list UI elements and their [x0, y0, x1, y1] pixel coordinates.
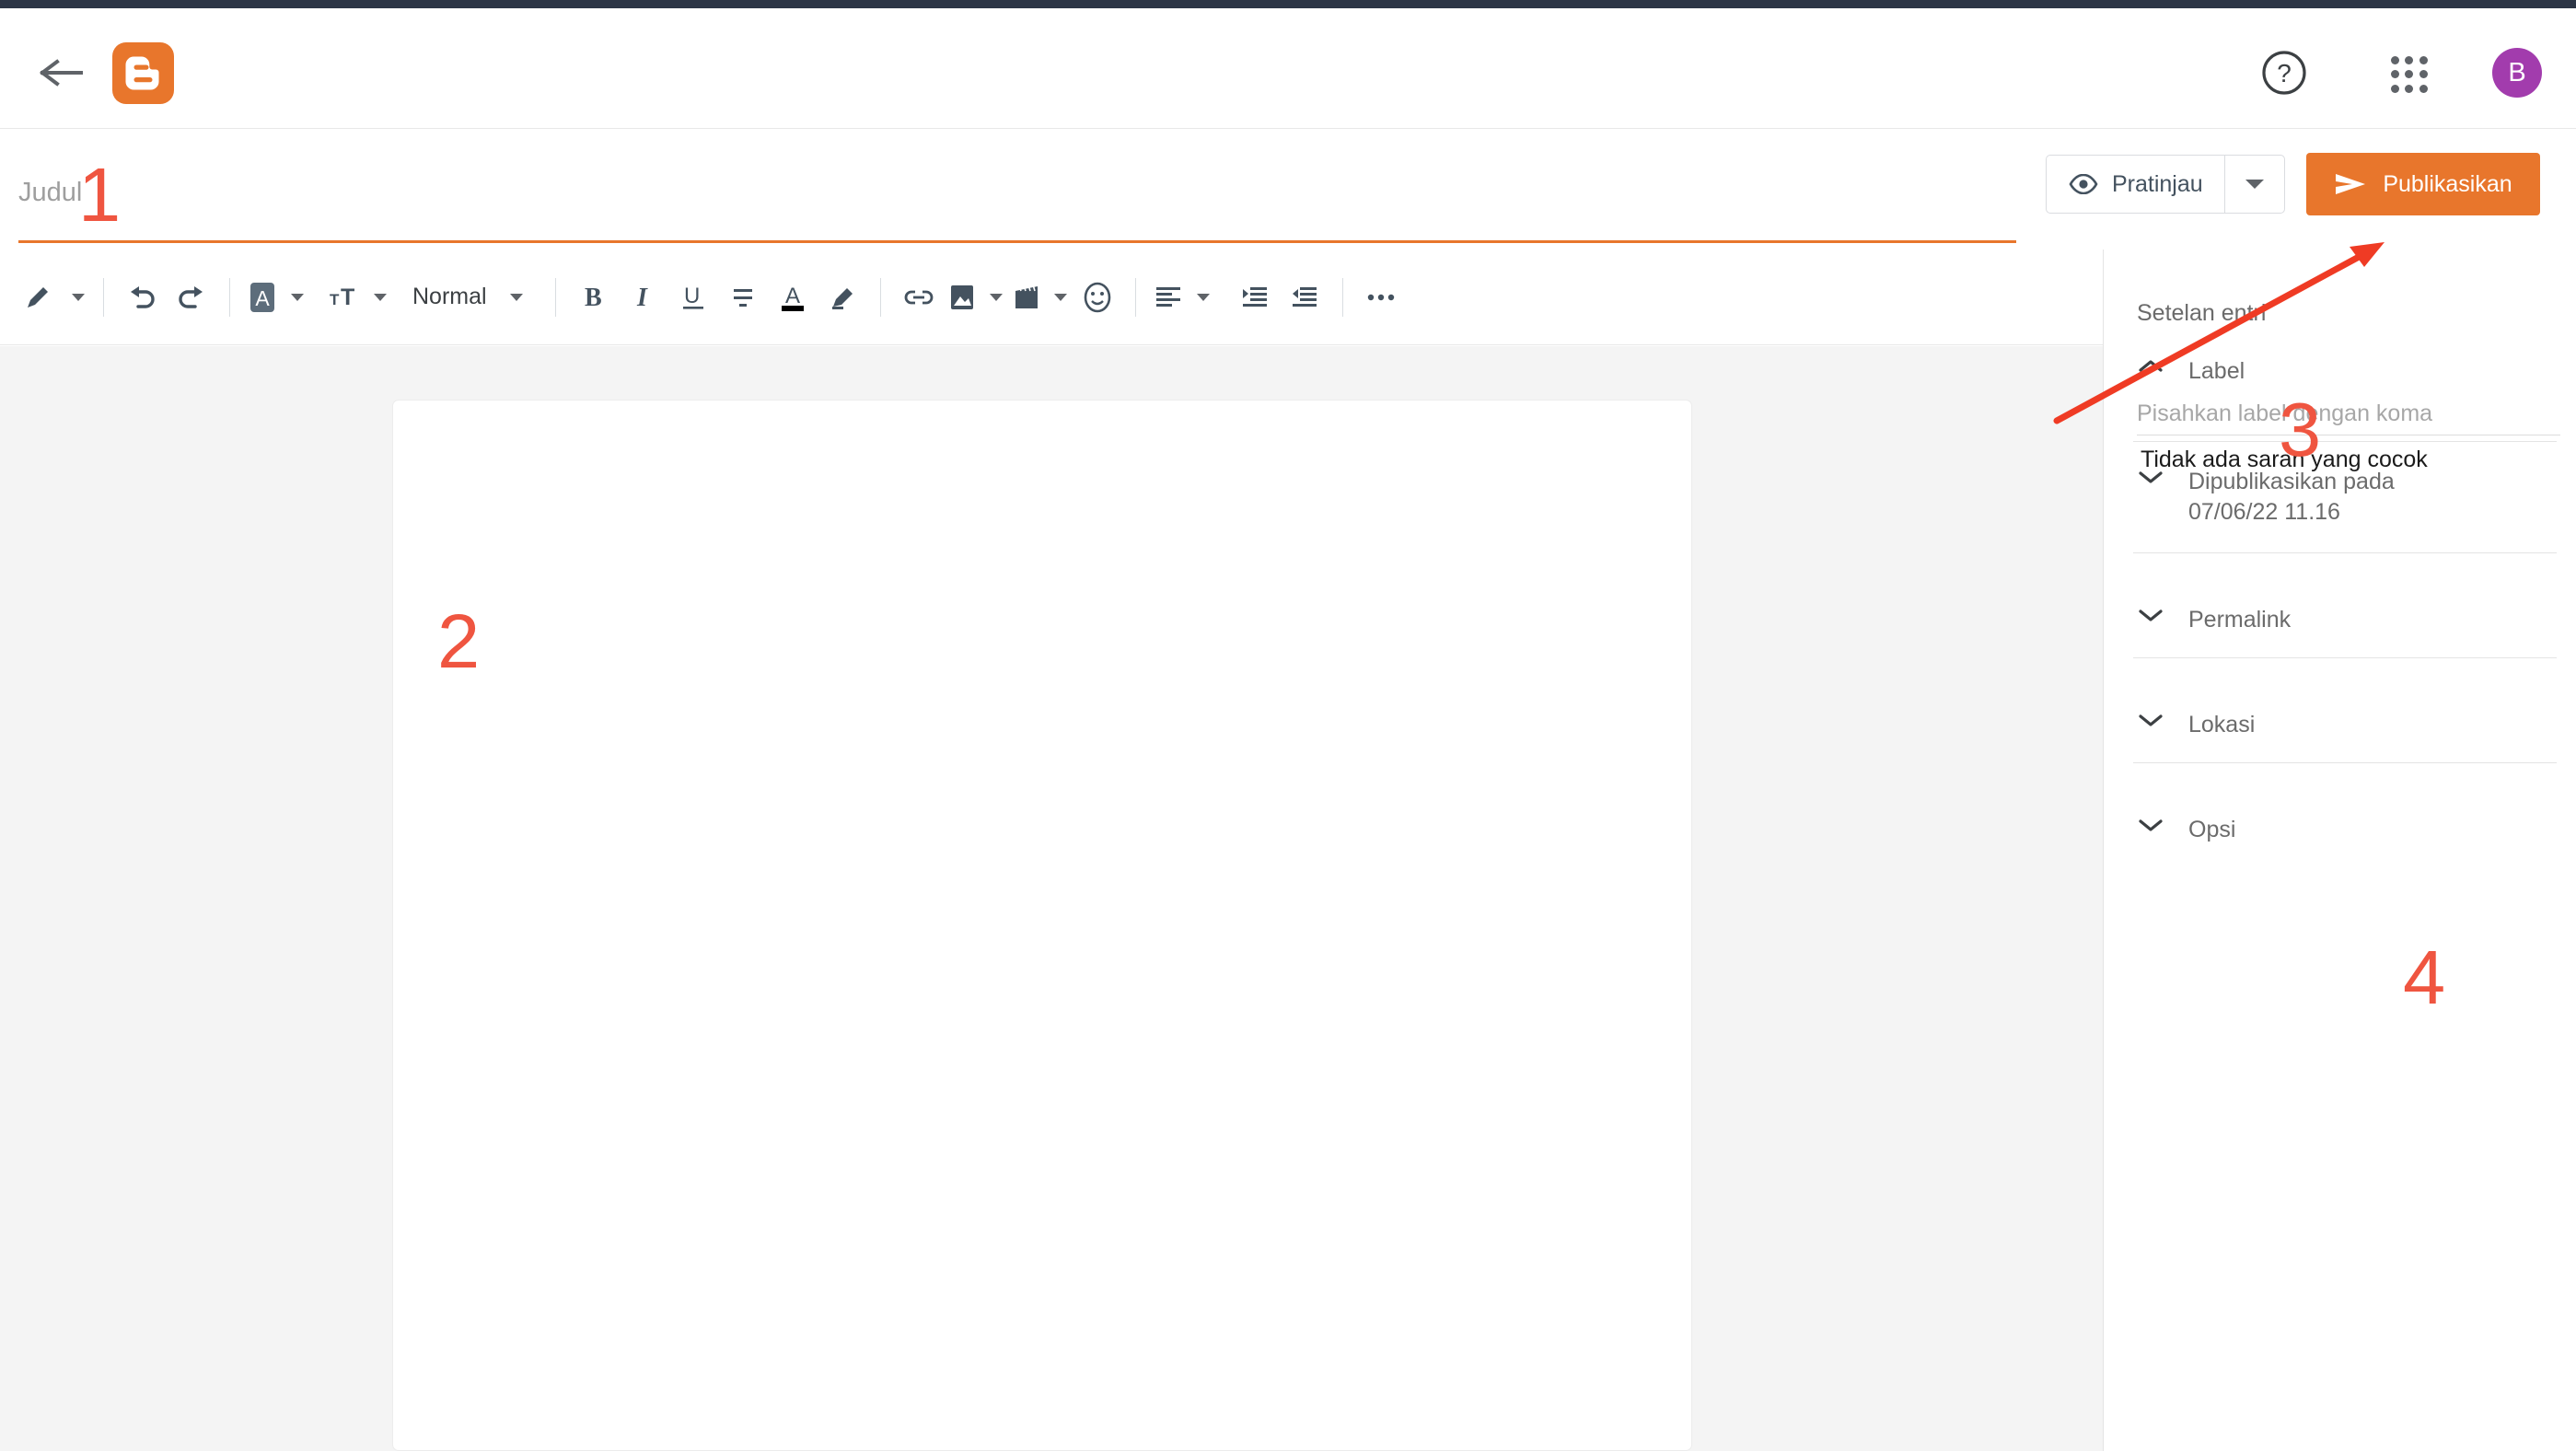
paragraph-style-dropdown[interactable]: Normal — [401, 268, 498, 327]
send-icon — [2334, 172, 2367, 196]
sidebar-section-permalink-label: Permalink — [2188, 607, 2292, 633]
avatar[interactable]: B — [2492, 48, 2542, 98]
image-icon[interactable] — [944, 268, 981, 327]
video-icon[interactable] — [1008, 268, 1045, 327]
sidebar-section-published-on[interactable]: Dipublikasikan pada 07/06/22 11.16 — [2133, 467, 2566, 527]
sidebar-section-location-label: Lokasi — [2188, 712, 2256, 737]
svg-text:A: A — [785, 284, 800, 308]
sidebar-divider — [2133, 657, 2557, 658]
chevron-down-icon — [2133, 710, 2168, 727]
undo-icon[interactable] — [117, 268, 167, 327]
sidebar-section-label[interactable]: Label — [2133, 356, 2557, 387]
post-settings-sidebar: Setelan entri Label Tidak ada saran yang… — [2103, 250, 2576, 1451]
link-icon[interactable] — [894, 268, 944, 327]
svg-text:?: ? — [2277, 59, 2292, 87]
sidebar-divider — [2133, 552, 2557, 553]
back-arrow-icon[interactable] — [39, 54, 83, 91]
svg-text:T: T — [341, 284, 354, 310]
toolbar-divider — [103, 277, 104, 317]
italic-icon[interactable]: I — [619, 268, 668, 327]
pen-icon[interactable] — [13, 268, 63, 327]
more-icon[interactable] — [1356, 268, 1406, 327]
sidebar-divider — [2133, 762, 2557, 763]
align-dropdown-caret-icon[interactable] — [1191, 268, 1215, 327]
svg-text:B: B — [585, 284, 602, 311]
indent-increase-icon[interactable] — [1230, 268, 1280, 327]
chevron-up-icon — [2133, 356, 2168, 374]
chevron-down-icon — [2133, 815, 2168, 832]
chevron-down-icon — [2133, 605, 2168, 622]
bold-icon[interactable]: B — [569, 268, 619, 327]
app-header: ? B — [0, 8, 2576, 129]
preview-button-label: Pratinjau — [2112, 170, 2203, 197]
emoji-icon[interactable] — [1073, 268, 1122, 327]
font-dropdown-caret-icon[interactable] — [285, 268, 309, 327]
chevron-down-icon — [2133, 467, 2168, 484]
chevron-down-icon — [2245, 180, 2264, 189]
blogger-post-editor: ? B Pratinjau Publika — [0, 0, 2576, 1451]
sidebar-title: Setelan entri — [2137, 300, 2267, 326]
sidebar-section-options-label: Opsi — [2188, 817, 2236, 842]
help-icon[interactable]: ? — [2260, 49, 2308, 97]
editor-canvas-area — [0, 346, 2103, 1451]
toolbar-divider — [554, 277, 556, 317]
strikethrough-icon[interactable] — [718, 268, 768, 327]
svg-text:T: T — [330, 291, 340, 308]
video-dropdown-caret-icon[interactable] — [1049, 268, 1073, 327]
publish-button[interactable]: Publikasikan — [2306, 153, 2540, 215]
highlight-icon[interactable] — [818, 268, 867, 327]
label-input-wrapper — [2137, 392, 2560, 435]
indent-decrease-icon[interactable] — [1280, 268, 1329, 327]
eye-icon — [2069, 174, 2098, 194]
toolbar-divider — [229, 277, 230, 317]
sidebar-section-options[interactable]: Opsi — [2133, 815, 2566, 845]
label-input[interactable] — [2137, 392, 2560, 435]
toolbar-divider — [1341, 277, 1343, 317]
svg-text:A: A — [255, 286, 270, 310]
blogger-logo-icon[interactable] — [112, 42, 174, 104]
post-title-underline — [18, 240, 2016, 243]
post-title-zone — [0, 130, 2103, 250]
sidebar-section-label-title: Label — [2188, 358, 2245, 384]
font-size-dropdown-caret-icon[interactable] — [368, 268, 392, 327]
preview-options-button[interactable] — [2224, 155, 2285, 214]
publish-button-label: Publikasikan — [2383, 170, 2512, 197]
toolbar-divider — [879, 277, 881, 317]
published-on-label: Dipublikasikan pada — [2188, 469, 2395, 494]
sidebar-divider — [2133, 441, 2557, 442]
post-body-editor[interactable] — [392, 400, 1692, 1451]
text-color-icon[interactable]: A — [768, 268, 818, 327]
post-title-input[interactable] — [18, 165, 2016, 220]
apps-grid-icon[interactable] — [2391, 56, 2428, 93]
sidebar-section-location[interactable]: Lokasi — [2133, 710, 2566, 740]
underline-icon[interactable]: U — [668, 268, 718, 327]
browser-top-strip — [0, 0, 2576, 8]
sidebar-section-permalink[interactable]: Permalink — [2133, 605, 2566, 635]
paragraph-style-caret-icon[interactable] — [502, 268, 531, 327]
paragraph-style-label: Normal — [412, 284, 487, 309]
align-icon[interactable] — [1149, 268, 1188, 327]
preview-button[interactable]: Pratinjau — [2046, 155, 2224, 214]
font-size-icon[interactable]: T T — [324, 268, 365, 327]
format-toolbar: A T T Normal B I U A — [0, 250, 2103, 345]
svg-text:U: U — [684, 284, 700, 308]
image-dropdown-caret-icon[interactable] — [984, 268, 1008, 327]
sidebar-section-published-on-text: Dipublikasikan pada 07/06/22 11.16 — [2188, 467, 2395, 527]
published-on-value: 07/06/22 11.16 — [2188, 498, 2340, 525]
font-icon[interactable]: A — [243, 268, 282, 327]
pen-dropdown-caret-icon[interactable] — [66, 268, 90, 327]
toolbar-divider — [1134, 277, 1136, 317]
redo-icon[interactable] — [167, 268, 216, 327]
svg-text:I: I — [636, 284, 648, 311]
